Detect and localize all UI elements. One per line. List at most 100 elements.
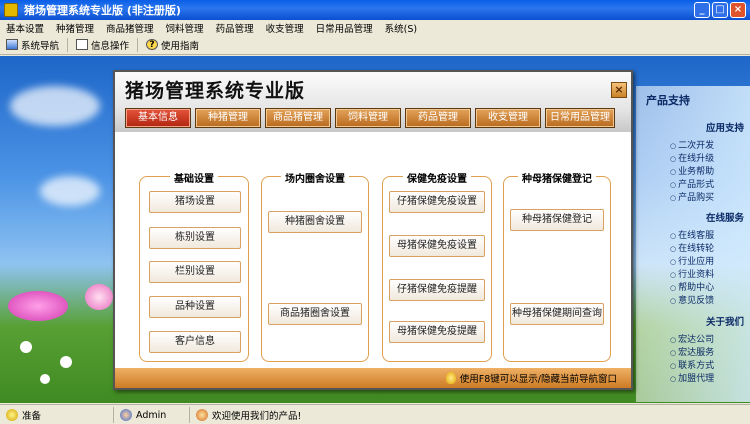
system-title: 猪场管理系统专业版: [125, 80, 306, 102]
lightbulb-icon: [445, 372, 456, 384]
tab-breeding-pig[interactable]: 种猪管理: [195, 108, 261, 128]
minimize-button[interactable]: _: [694, 2, 710, 18]
navigation-header: 猪场管理系统专业版 × 基本信息 种猪管理 商品猪管理 饲料管理 药品管理 收支…: [115, 72, 631, 132]
about-link[interactable]: 联系方式: [670, 358, 714, 371]
title-bar: 猪场管理系统专业版 (非注册版) _ □ ×: [0, 0, 750, 20]
menu-bar: 基本设置 种猪管理 商品猪管理 饲料管理 药品管理 收支管理 日常用品管理 系统…: [0, 20, 750, 35]
support-link[interactable]: 二次开发: [670, 138, 714, 151]
window-title: 猪场管理系统专业版 (非注册版): [24, 4, 181, 17]
service-link[interactable]: 在线客服: [670, 228, 714, 241]
panel-title: 产品支持: [646, 94, 690, 107]
sow-health-query-button[interactable]: 种母猪保健期间查询: [510, 303, 604, 325]
menu-basic-settings[interactable]: 基本设置: [0, 21, 50, 35]
tab-medicine[interactable]: 药品管理: [405, 108, 471, 128]
nav-label: 系统导航: [21, 40, 60, 52]
maximize-button[interactable]: □: [712, 2, 728, 18]
service-link[interactable]: 意见反馈: [670, 293, 714, 306]
flower: [40, 374, 50, 384]
section-title: 应用支持: [705, 123, 744, 134]
flower: [8, 291, 68, 321]
product-support-panel: 产品支持 应用支持 二次开发 在线升级 业务帮助 产品形式 产品购买 在线服务 …: [636, 86, 750, 402]
status-bar: 准备 Admin 欢迎使用我们的产品!: [0, 404, 750, 424]
tab-commercial-pig[interactable]: 商品猪管理: [265, 108, 331, 128]
menu-finance[interactable]: 收支管理: [260, 21, 310, 35]
farm-settings-button[interactable]: 猪场设置: [149, 191, 241, 213]
help-label: 使用指南: [161, 40, 200, 52]
menu-medicine[interactable]: 药品管理: [210, 21, 260, 35]
tab-basic-info[interactable]: 基本信息: [125, 108, 191, 128]
service-link[interactable]: 在线转轮: [670, 241, 714, 254]
sow-immunity-settings-button[interactable]: 母猪保健免疫设置: [389, 235, 485, 257]
menu-commercial-pig[interactable]: 商品猪管理: [100, 21, 160, 35]
toolbar-separator: [67, 37, 69, 52]
document-icon: [76, 39, 89, 50]
app-icon: [4, 3, 18, 17]
info-button[interactable]: 信息操作: [70, 38, 135, 52]
status-text: 准备: [22, 411, 42, 422]
sow-health-group: 种母猪保健登记 种母猪保健登记 种母猪保健期间查询: [503, 174, 611, 362]
flower: [85, 284, 113, 310]
close-button[interactable]: ×: [730, 2, 746, 18]
flower: [20, 341, 32, 353]
welcome-panel: 欢迎使用我们的产品!: [192, 407, 392, 423]
sow-health-register-button[interactable]: 种母猪保健登记: [510, 209, 604, 231]
group-title: 场内圈舍设置: [281, 174, 349, 185]
menu-breeding-pig[interactable]: 种猪管理: [50, 21, 100, 35]
section-title: 在线服务: [705, 213, 744, 224]
welcome-text: 欢迎使用我们的产品!: [212, 411, 302, 422]
commercial-pen-button[interactable]: 商品猪圈舍设置: [268, 303, 362, 325]
info-label: 信息操作: [91, 40, 130, 52]
welcome-icon: [196, 409, 208, 421]
flower: [60, 356, 72, 368]
about-link[interactable]: 宏达服务: [670, 345, 714, 358]
support-link[interactable]: 产品购买: [670, 190, 714, 203]
cloud: [10, 86, 100, 126]
status-icon: [6, 409, 18, 421]
nav-button[interactable]: 系统导航: [0, 38, 65, 52]
breeding-pen-button[interactable]: 种猪圈舍设置: [268, 211, 362, 233]
service-link[interactable]: 帮助中心: [670, 280, 714, 293]
help-button[interactable]: ? 使用指南: [140, 38, 205, 52]
tab-daily-supplies[interactable]: 日常用品管理: [545, 108, 615, 128]
cloud: [40, 176, 100, 206]
basic-settings-group: 基础设置 猪场设置 栋别设置 栏别设置 品种设置 客户信息: [139, 174, 249, 362]
about-link[interactable]: 宏达公司: [670, 332, 714, 345]
section-title: 关于我们: [705, 317, 744, 328]
close-icon[interactable]: ×: [611, 82, 627, 98]
status-panel: 准备: [2, 407, 114, 423]
piglet-immunity-reminder-button[interactable]: 仔猪保健免疫提醒: [389, 279, 485, 301]
piglet-immunity-settings-button[interactable]: 仔猪保健免疫设置: [389, 191, 485, 213]
window-icon: [6, 39, 18, 50]
breed-settings-button[interactable]: 品种设置: [149, 296, 241, 318]
pen-settings-group: 场内圈舍设置 种猪圈舍设置 商品猪圈舍设置: [261, 174, 369, 362]
support-link[interactable]: 业务帮助: [670, 164, 714, 177]
service-link[interactable]: 行业应用: [670, 254, 714, 267]
health-immunity-group: 保健免疫设置 仔猪保健免疫设置 母猪保健免疫设置 仔猪保健免疫提醒 母猪保健免疫…: [382, 174, 492, 362]
group-title: 基础设置: [170, 174, 218, 185]
user-icon: [120, 409, 132, 421]
customer-info-button[interactable]: 客户信息: [149, 331, 241, 353]
toolbar-separator: [137, 37, 139, 52]
building-settings-button[interactable]: 栋别设置: [149, 227, 241, 249]
tab-finance[interactable]: 收支管理: [475, 108, 541, 128]
about-link[interactable]: 加盟代理: [670, 371, 714, 384]
menu-daily-supplies[interactable]: 日常用品管理: [310, 21, 379, 35]
tab-bar: 基本信息 种猪管理 商品猪管理 饲料管理 药品管理 收支管理 日常用品管理: [125, 108, 615, 128]
service-link[interactable]: 行业资料: [670, 267, 714, 280]
sow-immunity-reminder-button[interactable]: 母猪保健免疫提醒: [389, 321, 485, 343]
toolbar: 系统导航 信息操作 ? 使用指南: [0, 35, 750, 55]
pen-settings-button[interactable]: 栏别设置: [149, 261, 241, 283]
support-link[interactable]: 产品形式: [670, 177, 714, 190]
navigation-body: 基础设置 猪场设置 栋别设置 栏别设置 品种设置 客户信息 场内圈舍设置 种猪圈…: [115, 134, 631, 370]
menu-feed[interactable]: 饲料管理: [160, 21, 210, 35]
group-title: 保健免疫设置: [403, 174, 471, 185]
navigation-footer: 使用F8键可以显示/隐藏当前导航窗口: [115, 368, 631, 388]
navigation-window: 猪场管理系统专业版 × 基本信息 种猪管理 商品猪管理 饲料管理 药品管理 收支…: [113, 70, 633, 390]
menu-system[interactable]: 系统(S): [379, 21, 423, 35]
user-panel: Admin: [116, 407, 190, 423]
help-icon: ?: [146, 39, 159, 50]
user-name: Admin: [136, 409, 167, 421]
tab-feed[interactable]: 饲料管理: [335, 108, 401, 128]
support-link[interactable]: 在线升级: [670, 151, 714, 164]
group-title: 种母猪保健登记: [518, 174, 596, 185]
